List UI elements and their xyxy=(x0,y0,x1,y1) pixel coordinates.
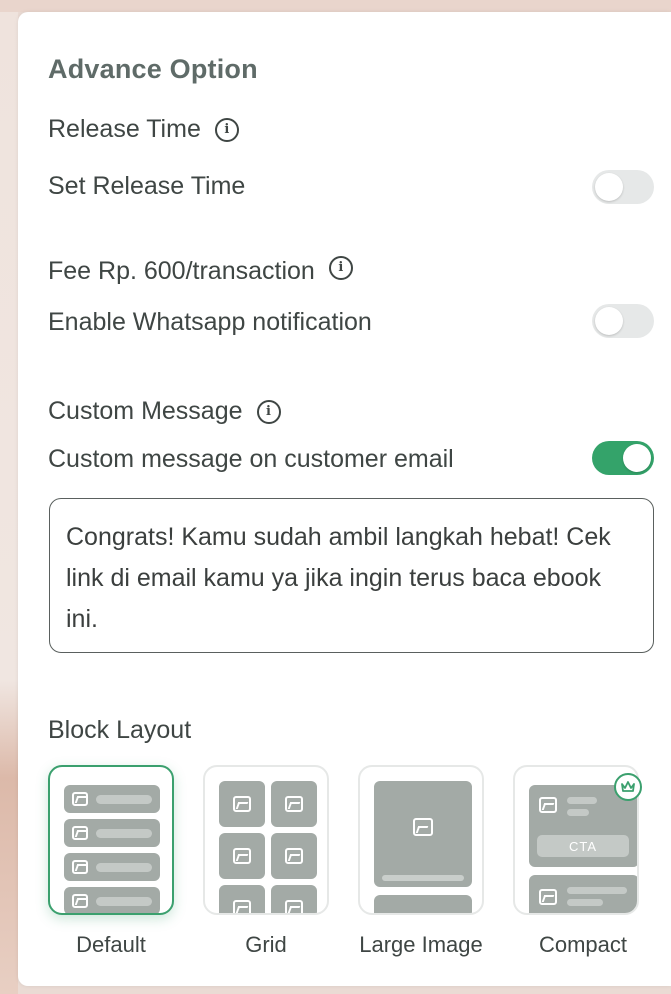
text-line xyxy=(567,809,589,816)
image-icon xyxy=(233,796,251,812)
custom-message-textarea[interactable]: Congrats! Kamu sudah ambil langkah hebat… xyxy=(49,498,654,653)
list-row xyxy=(64,853,160,881)
toggle-knob xyxy=(595,173,623,201)
custom-message-email-label: Custom message on customer email xyxy=(48,445,454,473)
grid-tile xyxy=(271,781,317,827)
image-icon xyxy=(285,796,303,812)
layout-name-large-image: Large Image xyxy=(359,932,483,957)
info-icon[interactable]: i xyxy=(214,117,239,142)
text-line xyxy=(382,875,464,881)
layout-name-compact: Compact xyxy=(538,932,628,957)
list-row xyxy=(64,819,160,847)
layout-name-default: Default xyxy=(76,932,146,957)
grid-tile xyxy=(271,833,317,879)
crown-icon xyxy=(614,773,642,801)
background-left xyxy=(0,12,18,994)
compact-block xyxy=(529,875,637,913)
text-line xyxy=(96,863,152,872)
grid-tile xyxy=(271,885,317,913)
grid-tile xyxy=(219,781,265,827)
layout-name-grid: Grid xyxy=(245,932,287,957)
text-line xyxy=(96,897,152,906)
image-icon xyxy=(233,848,251,864)
grid-tile xyxy=(219,833,265,879)
cta-button-preview: CTA xyxy=(537,835,629,857)
image-icon xyxy=(72,792,88,806)
text-line xyxy=(567,899,603,906)
cta-label: CTA xyxy=(568,838,598,854)
fee-label-text: Fee Rp. 600/transaction xyxy=(48,257,315,285)
block-layout-label: Block Layout xyxy=(48,716,192,744)
image-icon xyxy=(72,860,88,874)
info-icon[interactable]: i xyxy=(256,399,281,424)
layout-option-default[interactable] xyxy=(48,765,174,915)
release-time-toggle[interactable] xyxy=(592,170,654,204)
set-release-time-label: Set Release Time xyxy=(48,172,246,200)
text-line xyxy=(567,887,627,894)
toggle-knob xyxy=(623,444,651,472)
custom-message-toggle[interactable] xyxy=(592,441,654,475)
background-top xyxy=(0,0,671,12)
custom-message-label: Custom Message i xyxy=(48,397,281,426)
info-icon[interactable]: i xyxy=(328,255,353,280)
grid-tile xyxy=(219,885,265,913)
image-icon xyxy=(72,894,88,908)
list-row xyxy=(64,887,160,913)
text-line xyxy=(96,795,152,804)
crown-icon-svg xyxy=(621,781,635,792)
toggle-knob xyxy=(595,307,623,335)
text-line xyxy=(567,797,597,804)
image-icon xyxy=(285,900,303,913)
release-time-label: Release Time i xyxy=(48,115,239,144)
section-title: Advance Option xyxy=(48,54,258,84)
layout-option-large-image[interactable] xyxy=(358,765,484,915)
custom-message-label-text: Custom Message xyxy=(48,397,243,425)
image-icon xyxy=(413,818,433,836)
list-row xyxy=(64,785,160,813)
whatsapp-notification-toggle[interactable] xyxy=(592,304,654,338)
fee-label: Fee Rp. 600/transaction i xyxy=(48,255,353,286)
image-icon xyxy=(233,900,251,913)
image-icon xyxy=(285,848,303,864)
image-icon xyxy=(72,826,88,840)
image-icon xyxy=(539,797,557,813)
whatsapp-notification-label: Enable Whatsapp notification xyxy=(48,308,372,336)
release-time-label-text: Release Time xyxy=(48,115,201,143)
layout-option-grid[interactable] xyxy=(203,765,329,915)
large-image-block xyxy=(374,781,472,887)
large-image-block xyxy=(374,895,472,913)
text-line xyxy=(96,829,152,838)
image-icon xyxy=(539,889,557,905)
